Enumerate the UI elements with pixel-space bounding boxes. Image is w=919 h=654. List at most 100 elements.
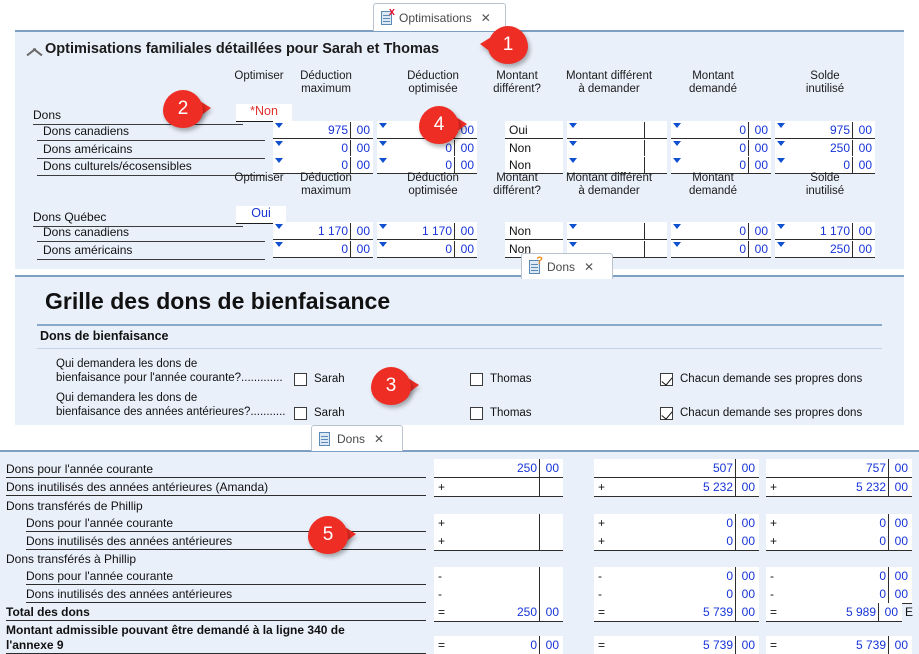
final-row-col2[interactable]: = 5 739 00 <box>594 636 759 654</box>
dropdown-triangle-icon[interactable] <box>569 123 577 128</box>
checkbox-thomas-current-year[interactable] <box>470 373 483 386</box>
dropdown-triangle-icon[interactable] <box>275 224 283 229</box>
table-cell-col1[interactable]: - <box>434 585 563 604</box>
question-2-text: Qui demandera les dons de bienfaisance de… <box>56 392 286 418</box>
table-total-col2[interactable]: = 5 739 00 <box>594 603 759 622</box>
table-cell-col3[interactable]: -0 00 <box>766 585 912 604</box>
table-row-label: Dons pour l'année courante <box>6 462 426 478</box>
dropdown-triangle-icon[interactable] <box>777 242 785 247</box>
checkbox-sarah-current-year[interactable] <box>294 373 307 386</box>
table-cell-col1[interactable]: + <box>434 514 563 533</box>
dropdown-triangle-icon[interactable] <box>379 141 387 146</box>
document-icon: x <box>381 5 395 26</box>
checkbox-each-current-year[interactable] <box>660 373 673 386</box>
cell-deduction-optimisee[interactable]: 0 00 <box>377 240 477 258</box>
divider <box>37 140 265 141</box>
final-row-col3[interactable]: = 5 739 00 <box>766 636 912 654</box>
table-total-label: Total des dons <box>6 605 426 621</box>
dropdown-triangle-icon[interactable] <box>777 123 785 128</box>
optimiser-dons-field[interactable]: *Non <box>236 104 292 122</box>
table-cell-col2[interactable]: +0 00 <box>594 514 759 533</box>
cell-montant-different[interactable]: Oui <box>505 121 563 139</box>
table-cell-col2[interactable]: -0 00 <box>594 585 759 604</box>
cell-solde-inutilise[interactable]: 250 00 <box>775 139 875 157</box>
collapse-chevron-up-icon[interactable] <box>27 45 43 57</box>
cell-deduction-max[interactable]: 0 00 <box>273 240 373 258</box>
table-cell-col2[interactable]: +0 00 <box>594 532 759 551</box>
grille-subheading: Dons de bienfaisance <box>40 329 169 343</box>
dropdown-triangle-icon[interactable] <box>673 141 681 146</box>
cell-deduction-max[interactable]: 1 170 00 <box>273 222 373 240</box>
cell-montant-different[interactable]: Non <box>505 139 563 157</box>
dropdown-triangle-icon[interactable] <box>379 224 387 229</box>
checkbox-thomas-prior-years[interactable] <box>470 407 483 420</box>
tab-dons[interactable]: Dons ✕ <box>311 425 403 451</box>
cell-montant-demande[interactable]: 0 00 <box>671 240 771 258</box>
dropdown-triangle-icon[interactable] <box>275 141 283 146</box>
cell-montant-demande[interactable]: 0 00 <box>671 121 771 139</box>
dropdown-triangle-icon[interactable] <box>275 242 283 247</box>
dropdown-triangle-icon[interactable] <box>379 158 387 163</box>
divider <box>37 259 265 260</box>
table-total-col1[interactable]: = 250 00 <box>434 603 563 622</box>
dropdown-triangle-icon[interactable] <box>569 224 577 229</box>
close-icon[interactable]: ✕ <box>374 432 384 446</box>
table-cell-col2[interactable]: 507 00 <box>594 459 759 478</box>
table-cell-col3[interactable]: +5 232 00 <box>766 478 912 497</box>
callout-marker-3: 3 <box>371 367 419 405</box>
cell-solde-inutilise[interactable]: 1 170 00 <box>775 222 875 240</box>
document-icon <box>319 431 332 447</box>
cell-montant-a-demander[interactable] <box>567 139 667 157</box>
dropdown-triangle-icon[interactable] <box>275 158 283 163</box>
cell-solde-inutilise[interactable]: 975 00 <box>775 121 875 139</box>
label-each-current-year: Chacun demande ses propres dons <box>680 373 863 385</box>
table-cell-col3[interactable]: +0 00 <box>766 532 912 551</box>
table-cell-col1[interactable]: 250 00 <box>434 459 563 478</box>
cell-deduction-max[interactable]: 975 00 <box>273 121 373 139</box>
checkbox-each-prior-years[interactable] <box>660 407 673 420</box>
table-cell-col1[interactable]: + <box>434 478 563 497</box>
close-icon[interactable]: ✕ <box>584 260 594 274</box>
checkbox-sarah-prior-years[interactable] <box>294 407 307 420</box>
cell-deduction-max[interactable]: 0 00 <box>273 139 373 157</box>
table-cell-col2[interactable]: +5 232 00 <box>594 478 759 497</box>
final-row-col1[interactable]: = 0 00 <box>434 636 563 654</box>
table-cell-col1[interactable]: - <box>434 567 563 586</box>
dropdown-triangle-icon[interactable] <box>379 123 387 128</box>
cell-montant-demande[interactable]: 0 00 <box>671 139 771 157</box>
table-cell-col3[interactable]: +0 00 <box>766 514 912 533</box>
cell-montant-a-demander[interactable] <box>567 121 667 139</box>
error-badge-icon: x <box>388 5 395 18</box>
dropdown-triangle-icon[interactable] <box>777 158 785 163</box>
table-cell-col3[interactable]: 757 00 <box>766 459 912 478</box>
col-head-deduction-opt-1: Déduction optimisée <box>407 70 459 95</box>
table-total-col3[interactable]: = 5 989 00 <box>766 603 902 622</box>
question-1-text: Qui demandera les dons de bienfaisance po… <box>56 358 283 384</box>
dropdown-triangle-icon[interactable] <box>275 123 283 128</box>
cell-montant-different[interactable]: Non <box>505 222 563 240</box>
label-thomas-current-year: Thomas <box>490 373 532 385</box>
dropdown-triangle-icon[interactable] <box>569 141 577 146</box>
dropdown-triangle-icon[interactable] <box>673 224 681 229</box>
dropdown-triangle-icon[interactable] <box>777 224 785 229</box>
dropdown-triangle-icon[interactable] <box>569 158 577 163</box>
table-group-header: Dons transférés de Phillip <box>6 499 143 513</box>
dropdown-triangle-icon[interactable] <box>673 123 681 128</box>
close-icon[interactable]: ✕ <box>481 11 491 25</box>
cell-montant-demande[interactable]: 0 00 <box>671 222 771 240</box>
label-sarah-current-year: Sarah <box>314 373 345 385</box>
document-icon: ? <box>529 255 543 275</box>
dropdown-triangle-icon[interactable] <box>673 242 681 247</box>
dropdown-triangle-icon[interactable] <box>379 242 387 247</box>
dropdown-triangle-icon[interactable] <box>673 158 681 163</box>
cell-montant-a-demander[interactable] <box>567 222 667 240</box>
dropdown-triangle-icon[interactable] <box>777 141 785 146</box>
tab-dons-question[interactable]: ? Dons ✕ <box>521 253 613 279</box>
table-cell-col3[interactable]: -0 00 <box>766 567 912 586</box>
table-cell-col1[interactable]: + <box>434 532 563 551</box>
page-title: Optimisations familiales détaillées pour… <box>45 41 440 57</box>
cell-deduction-optimisee[interactable]: 1 170 00 <box>377 222 477 240</box>
dropdown-triangle-icon[interactable] <box>569 242 577 247</box>
cell-solde-inutilise[interactable]: 250 00 <box>775 240 875 258</box>
table-cell-col2[interactable]: -0 00 <box>594 567 759 586</box>
